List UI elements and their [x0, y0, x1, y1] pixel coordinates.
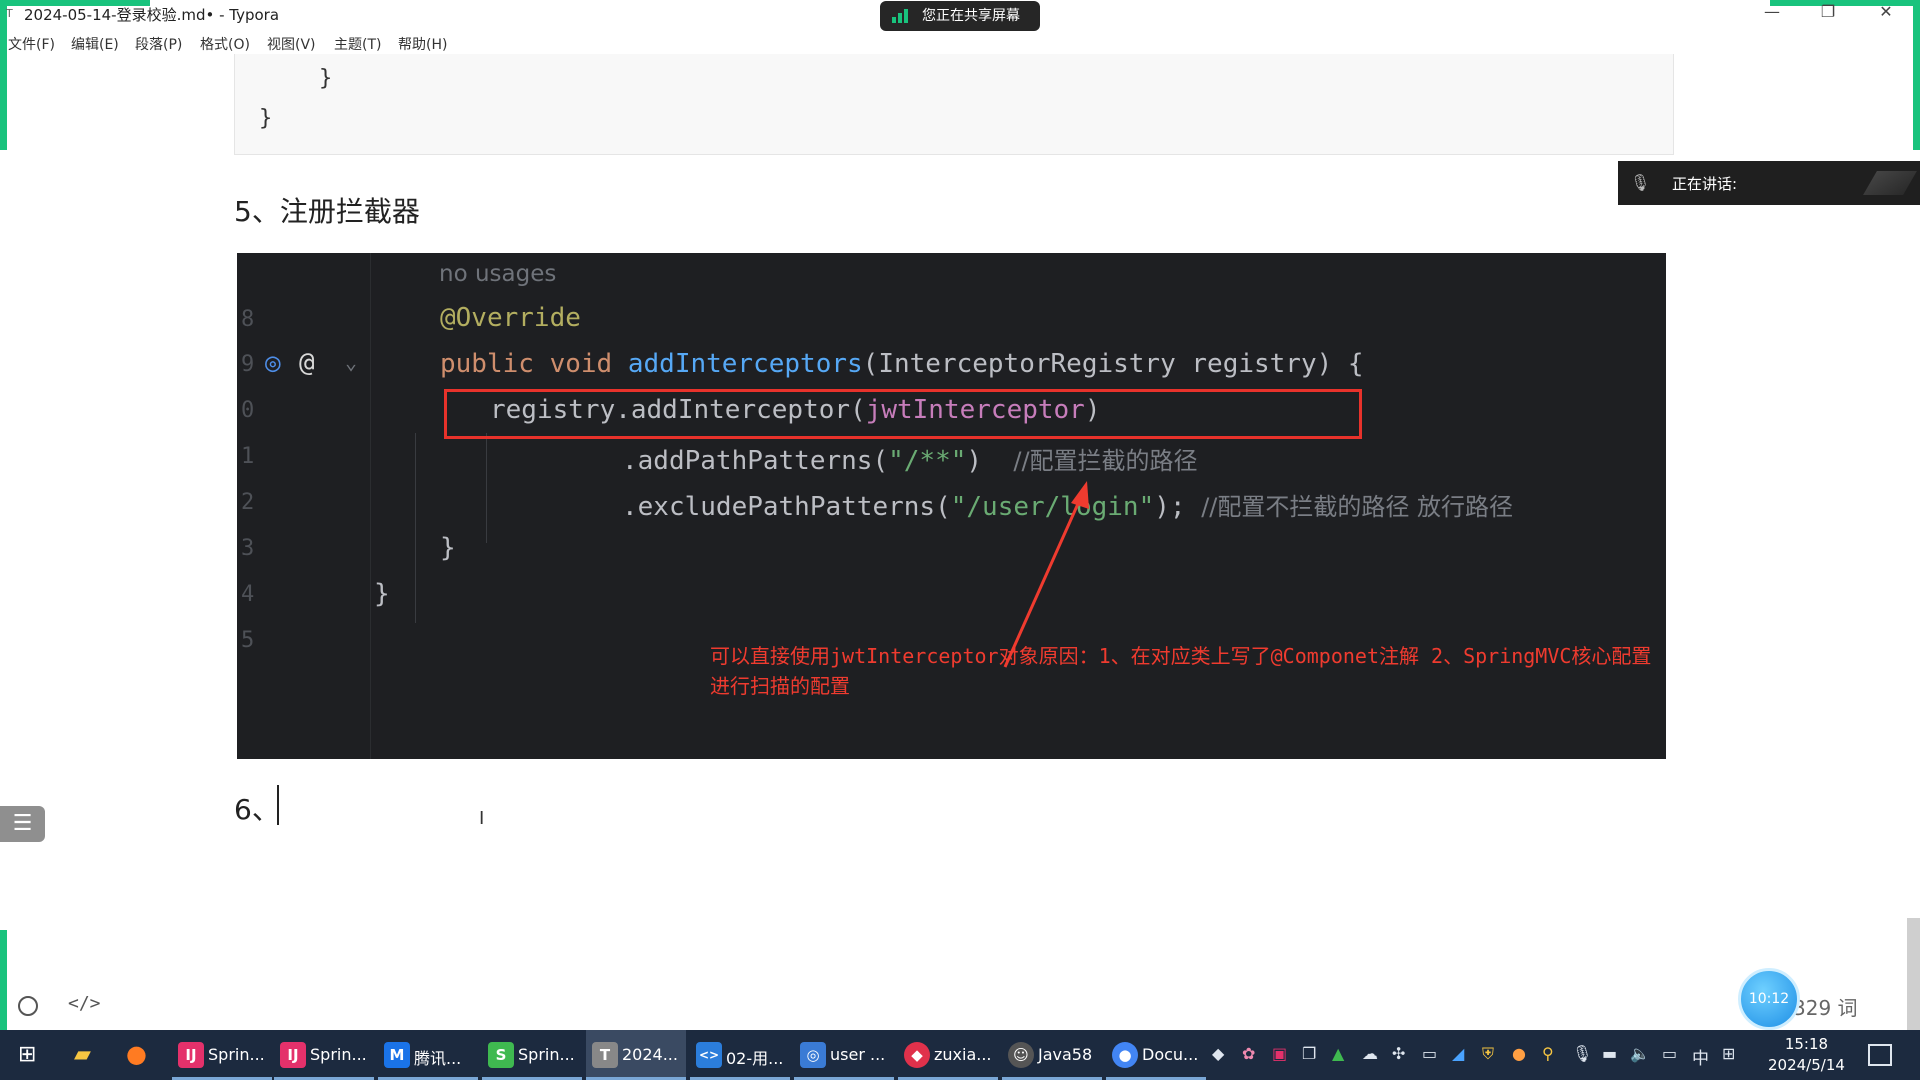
text-caret [277, 785, 279, 825]
focus-mode-icon[interactable] [18, 996, 38, 1016]
microphone-muted-icon: 🎙 [1630, 173, 1651, 192]
battery-icon[interactable]: ▬ [1602, 1044, 1617, 1063]
menu-paragraph[interactable]: 段落(P) [135, 34, 182, 54]
scrollbar-thumb[interactable] [1907, 918, 1920, 1030]
window-title: 2024-05-14-登录校验.md• - Typora [24, 6, 280, 24]
tray-search-icon[interactable]: ⚲ [1542, 1044, 1554, 1063]
annotation-note: 可以直接使用jwtInterceptor对象原因：1、在对应类上写了@Compo… [710, 644, 1652, 698]
tray-display-icon[interactable]: ▭ [1422, 1044, 1437, 1063]
vscode-icon: <> [696, 1042, 722, 1068]
tray-app-icon[interactable]: ● [1512, 1044, 1526, 1063]
taskbar-item[interactable]: ◆ zuxia... [898, 1030, 998, 1080]
clock-date: 2024/5/14 [1768, 1056, 1845, 1074]
tray-app-icon[interactable]: ▣ [1272, 1044, 1287, 1063]
minimize-button[interactable]: — [1752, 2, 1792, 21]
taskbar: ⊞ ▰ ● IJ Sprin... IJ Sprin... M 腾讯... S … [0, 1030, 1920, 1080]
intellij-icon: IJ [178, 1042, 204, 1068]
close-button[interactable]: ✕ [1866, 2, 1906, 21]
typora-icon: T [592, 1042, 618, 1068]
code-brace: } [259, 106, 273, 131]
taskbar-item[interactable]: ◎ user ... [794, 1030, 894, 1080]
taskbar-item[interactable]: ● Docu... [1106, 1030, 1206, 1080]
screen-share-label: 您正在共享屏幕 [922, 8, 1020, 24]
tray-window-icon[interactable]: ❐ [1302, 1044, 1316, 1063]
panel-decoration [1863, 171, 1917, 195]
tencent-meeting-icon: M [384, 1042, 410, 1068]
taskbar-item[interactable]: S Sprin... [482, 1030, 582, 1080]
code-brace: } [319, 66, 333, 91]
tray-shield-icon[interactable]: ⛨ [1482, 1044, 1494, 1064]
file-explorer-icon[interactable]: ▰ [74, 1042, 91, 1067]
taskbar-item[interactable]: IJ Sprin... [274, 1030, 374, 1080]
screen-share-indicator[interactable]: 您正在共享屏幕 [880, 1, 1040, 31]
restore-button[interactable]: ❐ [1808, 2, 1848, 21]
tray-app-icon[interactable]: ▲ [1332, 1044, 1344, 1063]
notification-icon[interactable] [1868, 1044, 1892, 1066]
taskbar-item[interactable]: ☺ Java58 [1002, 1030, 1102, 1080]
typora-app-icon: T [6, 7, 13, 20]
spring-tool-icon: S [488, 1042, 514, 1068]
taskbar-item[interactable]: IJ Sprin... [172, 1030, 272, 1080]
microphone-icon[interactable]: 🎙 [1572, 1044, 1592, 1063]
tray-app-icon[interactable]: ◢ [1452, 1044, 1464, 1063]
clock-time: 15:18 [1784, 1035, 1829, 1053]
keyboard-layout-icon[interactable]: ⊞ [1722, 1044, 1735, 1063]
taskbar-item[interactable]: M 腾讯... [378, 1030, 478, 1080]
app-icon: ◆ [904, 1042, 930, 1068]
outline-toggle-button[interactable]: ☰ [0, 806, 45, 842]
signal-bars-icon [892, 9, 910, 23]
code-block-fragment[interactable]: } } [234, 54, 1674, 155]
network-icon[interactable]: ▭ [1662, 1044, 1677, 1063]
ime-indicator[interactable]: 中 [1692, 1044, 1709, 1069]
intellij-icon: IJ [280, 1042, 306, 1068]
menu-file[interactable]: 文件(F) [8, 34, 55, 54]
tray-pinwheel-icon[interactable]: ✣ [1392, 1044, 1405, 1063]
taskbar-item[interactable]: <> 02-用... [690, 1030, 790, 1080]
heading-register-interceptor[interactable]: 5、注册拦截器 [234, 190, 420, 230]
chrome-icon: ● [1112, 1042, 1138, 1068]
tray-cloud-icon[interactable]: ☁ [1362, 1044, 1378, 1063]
menu-format[interactable]: 格式(O) [200, 34, 250, 54]
tray-meeting-icon[interactable]: ◆ [1212, 1044, 1224, 1063]
word-count[interactable]: 329 词 [1793, 992, 1858, 1021]
browser-icon: ◎ [800, 1042, 826, 1068]
menu-edit[interactable]: 编辑(E) [71, 34, 119, 54]
windows-start-icon[interactable]: ⊞ [18, 1042, 36, 1067]
heading-six[interactable]: 6、 [234, 788, 280, 828]
source-code-mode-icon[interactable]: </> [68, 993, 101, 1014]
volume-icon[interactable]: 🔈 [1630, 1044, 1650, 1063]
taskbar-clock[interactable]: 15:18 2024/5/14 [1768, 1034, 1845, 1076]
speaking-label: 正在讲话: [1672, 175, 1738, 193]
menu-view[interactable]: 视图(V) [267, 34, 316, 54]
status-bar: </> 329 词 [0, 990, 1920, 1030]
floating-clock-badge[interactable]: 10:12 [1738, 968, 1800, 1030]
menu-theme[interactable]: 主题(T) [334, 34, 381, 54]
code-screenshot-image: 8 9 0 1 2 3 4 5 ◎ @ ⌄ no usages @Overrid… [237, 253, 1666, 759]
firefox-icon[interactable]: ● [126, 1040, 147, 1068]
taskbar-item-active[interactable]: T 2024... [586, 1030, 686, 1080]
mouse-ibeam-cursor: I [479, 808, 485, 829]
tray-app-icon[interactable]: ✿ [1242, 1044, 1255, 1063]
avatar-icon: ☺ [1008, 1042, 1034, 1068]
speaking-panel: 🎙 正在讲话: [1618, 161, 1920, 205]
menu-help[interactable]: 帮助(H) [398, 34, 447, 54]
